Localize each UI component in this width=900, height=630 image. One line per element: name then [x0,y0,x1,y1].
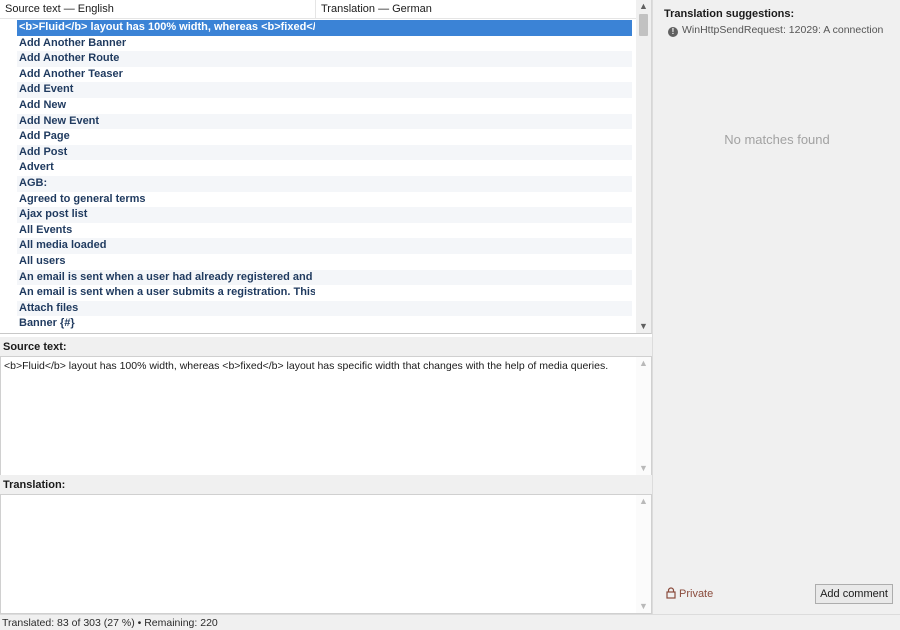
string-rows: <b>Fluid</b> layout has 100% width, wher… [0,19,636,333]
source-text-pane[interactable]: <b>Fluid</b> layout has 100% width, wher… [0,356,652,476]
poedit-window: Source text — English Translation — Germ… [0,0,900,630]
source-text-label: Source text: [0,337,652,357]
string-row[interactable]: Add New Event [17,113,632,130]
string-row[interactable]: Advert [17,160,632,176]
string-source-cell: AGB: [19,177,48,189]
string-source-cell: Attach files [19,301,79,314]
string-source-cell: An email is sent when a user submits a r… [19,286,315,299]
string-row[interactable]: Add Another Route [17,51,632,67]
status-bar: Translated: 83 of 303 (27 %) • Remaining… [0,614,900,630]
translation-editor[interactable]: ▲ ▼ [0,494,652,614]
string-row[interactable]: All Events [17,223,632,239]
suggestions-sidebar: Translation suggestions: ! WinHttpSendReq… [652,0,900,614]
string-source-cell: Add Another Route [19,52,120,65]
string-row[interactable]: Add Event [17,82,632,98]
scroll-thumb[interactable] [639,14,648,36]
string-source-cell: Add Another Teaser [19,67,123,80]
translation-label: Translation: [0,475,652,495]
string-source-cell: All Events [19,223,73,236]
scroll-up-icon[interactable]: ▲ [636,0,651,13]
string-source-cell: An email is sent when a user had already… [19,270,315,283]
suggestions-error: ! WinHttpSendRequest: 12029: A connection [668,24,896,38]
column-header-translation[interactable]: Translation — German [316,0,636,19]
string-row[interactable]: Agreed to general terms [17,192,632,208]
scroll-down-icon[interactable]: ▼ [636,600,651,613]
translation-scrollbar[interactable]: ▲ ▼ [636,495,651,613]
string-row[interactable]: All media loaded [17,238,632,254]
scroll-down-icon[interactable]: ▼ [636,462,651,475]
string-row[interactable]: An email is sent when a user submits a r… [17,285,632,301]
string-source-cell: Ajax post list [19,208,88,221]
suggestions-title: Translation suggestions: [664,8,795,20]
source-text: <b>Fluid</b> layout has 100% width, wher… [4,360,609,372]
string-row[interactable]: Banner {#} [17,316,632,332]
string-source-cell: Add Post [19,145,68,158]
string-source-cell: Add Another Banner [19,36,127,49]
scroll-down-icon[interactable]: ▼ [636,320,651,333]
private-toggle[interactable]: Private [666,587,713,601]
string-row[interactable]: Add Page [17,129,632,145]
string-source-cell: Add Event [19,83,74,96]
string-row[interactable]: AGB: [17,176,632,192]
string-row[interactable]: Attach files [17,300,632,317]
string-row[interactable]: Ajax post list [17,207,632,223]
add-comment-button[interactable]: Add comment [815,584,893,604]
list-scrollbar[interactable]: ▲ ▼ [636,0,651,333]
scroll-up-icon[interactable]: ▲ [636,357,651,370]
string-row[interactable]: An email is sent when a user had already… [17,269,632,286]
no-matches-message: No matches found [724,132,830,147]
source-scrollbar[interactable]: ▲ ▼ [636,357,651,475]
suggestions-error-text: WinHttpSendRequest: 12029: A connection [682,24,884,36]
string-row[interactable]: All users [17,254,632,270]
string-source-cell: Banner {#} [19,317,75,330]
string-row[interactable]: Add Another Teaser [17,67,632,83]
string-row[interactable]: Add Another Banner [17,36,632,52]
string-source-cell: All users [19,255,66,267]
column-headers: Source text — English Translation — Germ… [0,0,636,19]
string-row[interactable]: Add Post [17,144,632,161]
scroll-up-icon[interactable]: ▲ [636,495,651,508]
string-source-cell: Add New Event [19,114,100,127]
string-source-cell: Add Page [19,130,70,143]
private-label: Private [679,588,714,600]
string-row[interactable]: <b>Fluid</b> layout has 100% width, wher… [17,20,632,36]
string-source-cell: Advert [19,161,54,174]
string-list: Source text — English Translation — Germ… [0,0,652,334]
string-source-cell: Add New [19,99,67,111]
string-row[interactable]: Add New [17,98,632,114]
column-header-source[interactable]: Source text — English [0,0,316,19]
string-source-cell: <b>Fluid</b> layout has 100% width, wher… [19,21,315,33]
lock-icon [666,587,676,599]
string-source-cell: Agreed to general terms [19,192,146,205]
error-icon: ! [668,27,678,37]
string-source-cell: All media loaded [19,239,107,252]
editor-column: Source text — English Translation — Germ… [0,0,652,614]
